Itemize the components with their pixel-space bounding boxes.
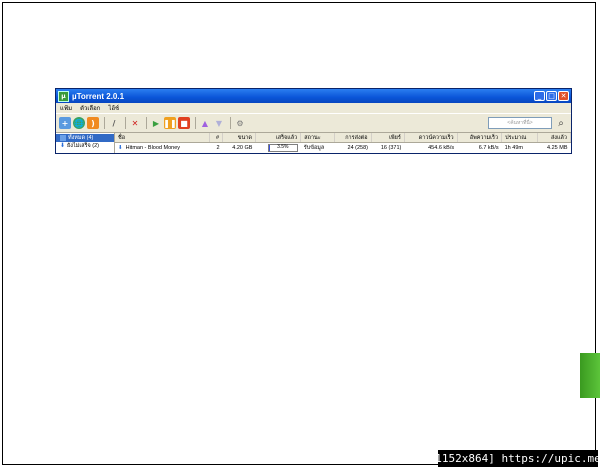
torrent-size: 4.20 GB bbox=[232, 144, 253, 151]
search-input[interactable]: <ค้นหาที่นี่> bbox=[488, 117, 552, 129]
toolbar: + 🌐 ) / ✕ ▶ ❚❚ ■ ▲ ▼ ⚙ <ค้นหาที่นี่> ⌕ bbox=[56, 113, 571, 133]
toolbar-separator bbox=[195, 117, 196, 129]
torrent-progress-cell: 3.5% bbox=[255, 143, 300, 153]
progress-bar: 3.5% bbox=[267, 143, 298, 152]
close-icon[interactable]: ✕ bbox=[558, 91, 569, 101]
maximize-icon[interactable]: □ bbox=[546, 91, 557, 101]
column-uploaded[interactable]: ส่งแล้ว bbox=[537, 133, 571, 143]
search-icon[interactable]: ⌕ bbox=[555, 117, 567, 129]
move-up-icon[interactable]: ▲ bbox=[199, 117, 211, 129]
column-up-speed[interactable]: อัพความเร็ว bbox=[457, 133, 503, 143]
toolbar-separator bbox=[104, 117, 105, 129]
column-down-speed[interactable]: ดาวน์ความเร็ว bbox=[404, 133, 458, 143]
menu-file[interactable]: แฟ้ม bbox=[60, 103, 72, 113]
window-title: µTorrent 2.0.1 bbox=[72, 91, 125, 101]
toolbar-separator bbox=[146, 117, 147, 129]
start-icon[interactable]: ▶ bbox=[150, 117, 162, 129]
utorrent-logo-icon: µ bbox=[58, 90, 69, 102]
rss-icon[interactable]: ) bbox=[87, 117, 99, 129]
column-size[interactable]: ขนาด bbox=[222, 133, 256, 143]
column-eta[interactable]: ประมาณ bbox=[501, 133, 538, 143]
utorrent-window: µ µTorrent 2.0.1 _ □ ✕ แฟ้ม ตัวเลือก ไฮ้… bbox=[55, 88, 572, 154]
menu-options[interactable]: ตัวเลือก bbox=[80, 103, 100, 113]
toolbar-separator bbox=[230, 117, 231, 129]
pause-icon[interactable]: ❚❚ bbox=[163, 117, 177, 129]
column-peers[interactable]: เพียร์ bbox=[371, 133, 405, 143]
image-host-footer: [1152x864] https://upic.me/ bbox=[428, 450, 600, 467]
torrent-name: Hitman - Blood Money bbox=[125, 144, 181, 151]
column-number[interactable]: # bbox=[209, 133, 223, 143]
download-arrow-icon: ⬇ bbox=[60, 143, 66, 149]
preferences-icon[interactable]: ⚙ bbox=[234, 117, 246, 129]
remove-icon[interactable]: ✕ bbox=[129, 117, 141, 129]
toolbar-separator bbox=[125, 117, 126, 129]
column-seeds[interactable]: การส่งต่อ bbox=[334, 133, 372, 143]
torrent-down-speed: 454.6 kB/s bbox=[428, 144, 455, 151]
create-torrent-icon[interactable]: / bbox=[108, 117, 120, 129]
table-header: ชื่อ # ขนาด เสร็จแล้ว สถานะ การส่งต่อ เพ… bbox=[115, 133, 571, 143]
torrent-name-cell: ⬇ Hitman - Blood Money bbox=[115, 143, 210, 153]
torrent-number: 2 bbox=[216, 144, 220, 151]
table-row[interactable]: ⬇ Hitman - Blood Money 2 4.20 GB 3.5% รับ… bbox=[115, 143, 571, 153]
sidebar-item-label: ทั้งหมด (4) bbox=[68, 135, 94, 141]
add-torrent-icon[interactable]: + bbox=[59, 117, 71, 129]
content-area: ทั้งหมด (4) ⬇ ยังไม่เสร็จ (2) ชื่อ # ขนา… bbox=[56, 133, 571, 153]
torrent-eta: 1h 49m bbox=[504, 144, 523, 151]
column-done[interactable]: เสร็จแล้ว bbox=[255, 133, 302, 143]
sidebar-item-all[interactable]: ทั้งหมด (4) bbox=[56, 134, 114, 142]
category-sidebar: ทั้งหมด (4) ⬇ ยังไม่เสร็จ (2) bbox=[56, 133, 115, 153]
column-status[interactable]: สถานะ bbox=[300, 133, 335, 143]
torrent-table: ชื่อ # ขนาด เสร็จแล้ว สถานะ การส่งต่อ เพ… bbox=[115, 133, 571, 152]
torrent-status: รับข้อมูล bbox=[303, 144, 325, 151]
sidebar-item-label: ยังไม่เสร็จ (2) bbox=[67, 143, 99, 149]
menu-help[interactable]: ไฮ้ช์ bbox=[108, 103, 119, 113]
sidebar-item-downloading[interactable]: ⬇ ยังไม่เสร็จ (2) bbox=[56, 142, 114, 150]
downloading-icon: ⬇ bbox=[118, 144, 123, 151]
torrent-uploaded: 4.25 MB bbox=[547, 144, 568, 151]
all-torrents-icon bbox=[60, 135, 66, 141]
stop-icon[interactable]: ■ bbox=[178, 117, 190, 129]
menu-bar: แฟ้ม ตัวเลือก ไฮ้ช์ bbox=[56, 103, 571, 113]
torrent-peers: 16 (371) bbox=[380, 144, 402, 151]
move-down-icon[interactable]: ▼ bbox=[213, 117, 225, 129]
minimize-icon[interactable]: _ bbox=[534, 91, 545, 101]
progress-text: 3.5% bbox=[277, 143, 289, 150]
page-frame bbox=[2, 2, 596, 465]
torrent-list: ชื่อ # ขนาด เสร็จแล้ว สถานะ การส่งต่อ เพ… bbox=[115, 133, 571, 153]
add-url-icon[interactable]: 🌐 bbox=[73, 117, 85, 129]
green-wallpaper-fragment bbox=[580, 353, 600, 398]
torrent-seeds: 24 (258) bbox=[347, 144, 369, 151]
torrent-up-speed: 6.7 kB/s bbox=[478, 144, 499, 151]
column-name[interactable]: ชื่อ bbox=[115, 133, 210, 143]
title-bar[interactable]: µ µTorrent 2.0.1 _ □ ✕ bbox=[56, 89, 571, 103]
